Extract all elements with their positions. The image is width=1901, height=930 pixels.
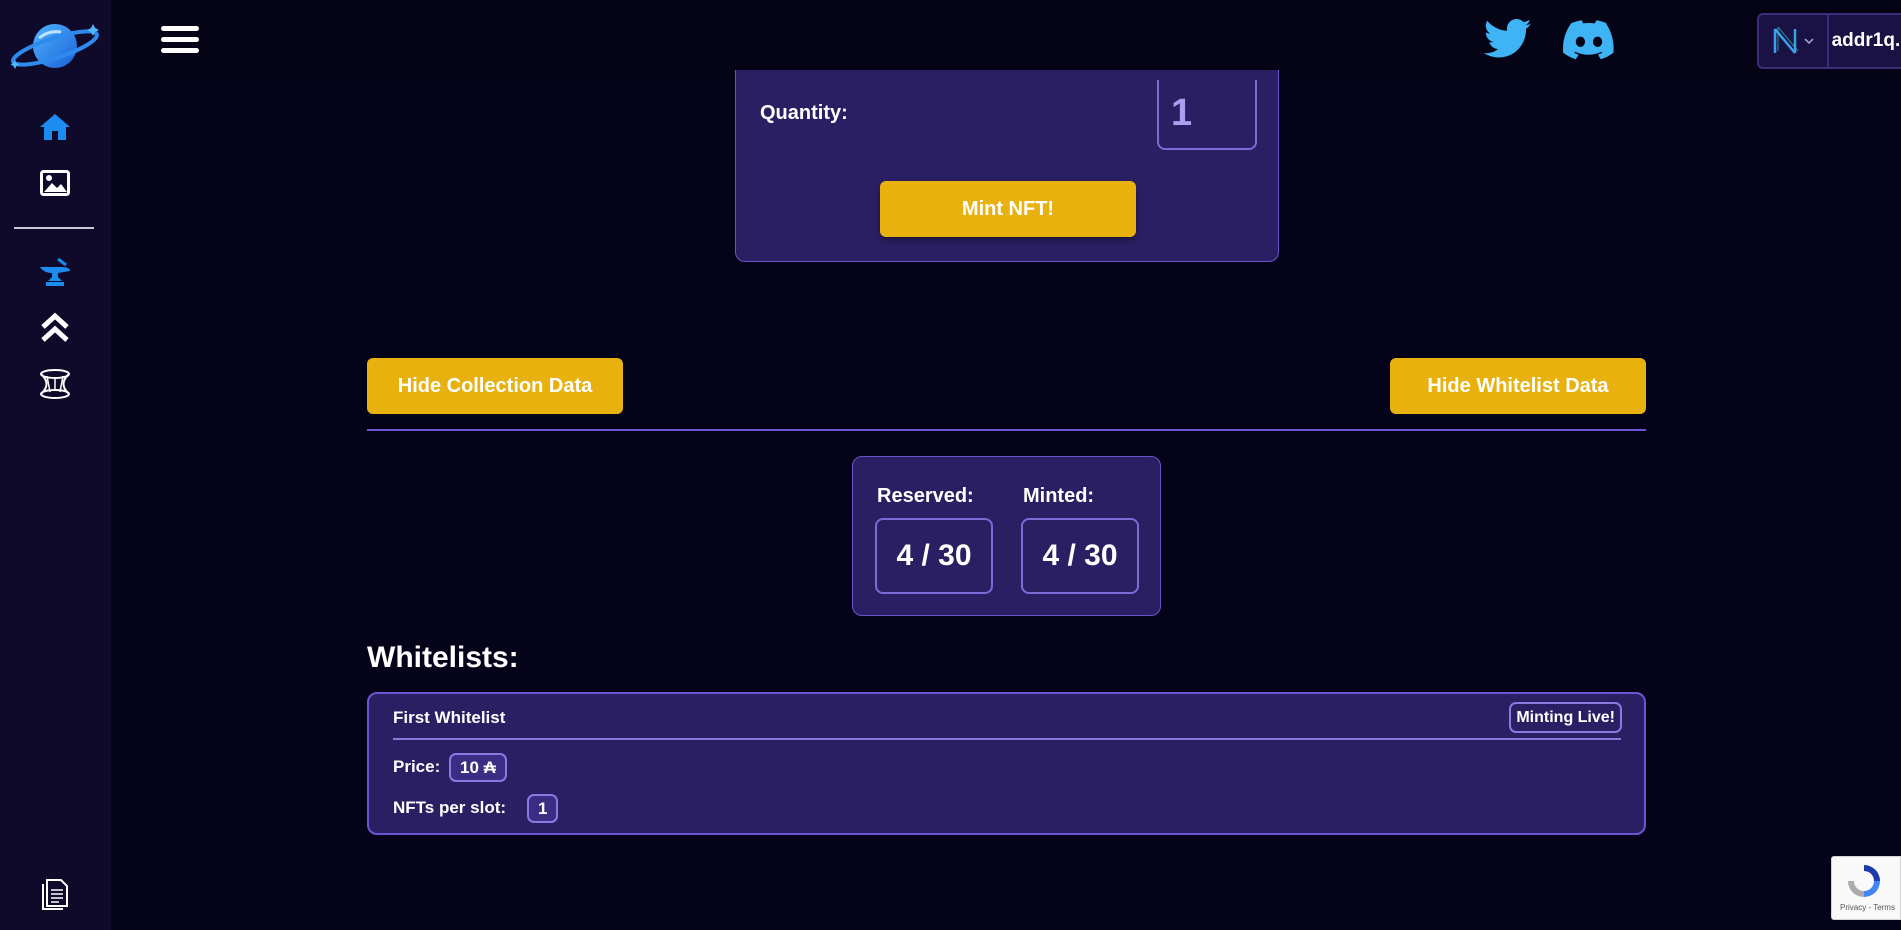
portal-icon[interactable]: [38, 367, 72, 401]
mint-nft-button[interactable]: Mint NFT!: [880, 181, 1136, 237]
reserved-value: 4 / 30: [875, 518, 993, 594]
quantity-label: Quantity:: [760, 102, 848, 124]
hide-collection-data-button[interactable]: Hide Collection Data: [367, 358, 623, 414]
recaptcha-icon: [1848, 865, 1880, 897]
planet-logo-icon[interactable]: [9, 20, 101, 72]
whitelist-name: First Whitelist: [393, 708, 506, 727]
mint-panel: Quantity: 1 Mint NFT!: [735, 70, 1279, 262]
recaptcha-badge[interactable]: Privacy - Terms: [1831, 856, 1901, 920]
chevron-down-icon: [1804, 38, 1814, 45]
minting-status-badge: Minting Live!: [1509, 702, 1622, 733]
wallet-logo-icon: [1759, 15, 1829, 67]
wallet-connect-button[interactable]: addr1q...whpg: [1757, 13, 1901, 69]
anvil-icon[interactable]: [38, 255, 72, 289]
minted-label: Minted:: [1023, 485, 1095, 507]
twitter-icon[interactable]: [1483, 18, 1532, 60]
price-value: 10 ₳: [449, 753, 507, 782]
menu-icon[interactable]: [161, 26, 199, 56]
whitelist-card: First Whitelist Minting Live! Price: 10 …: [367, 692, 1646, 835]
section-divider: [367, 429, 1646, 431]
sidebar: [0, 0, 111, 930]
chevrons-up-icon[interactable]: [38, 311, 72, 345]
price-label: Price:: [393, 757, 441, 776]
reserved-label: Reserved:: [877, 485, 974, 507]
quantity-input[interactable]: 1: [1157, 80, 1257, 150]
hide-whitelist-data-button[interactable]: Hide Whitelist Data: [1390, 358, 1646, 414]
document-icon[interactable]: [38, 877, 72, 911]
whitelists-heading: Whitelists:: [367, 641, 519, 674]
sidebar-divider: [14, 227, 94, 229]
discord-icon[interactable]: [1563, 20, 1615, 60]
image-icon[interactable]: [38, 166, 72, 200]
recaptcha-terms[interactable]: Privacy - Terms: [1840, 903, 1895, 912]
wallet-address: addr1q...whpg: [1831, 30, 1901, 51]
whitelist-divider: [393, 738, 1621, 740]
nfts-per-slot-label: NFTs per slot:: [393, 798, 507, 817]
home-icon[interactable]: [38, 110, 72, 144]
nfts-per-slot-value: 1: [527, 794, 559, 823]
collection-stats-panel: Reserved: Minted: 4 / 30 4 / 30: [852, 456, 1161, 616]
minted-value: 4 / 30: [1021, 518, 1139, 594]
